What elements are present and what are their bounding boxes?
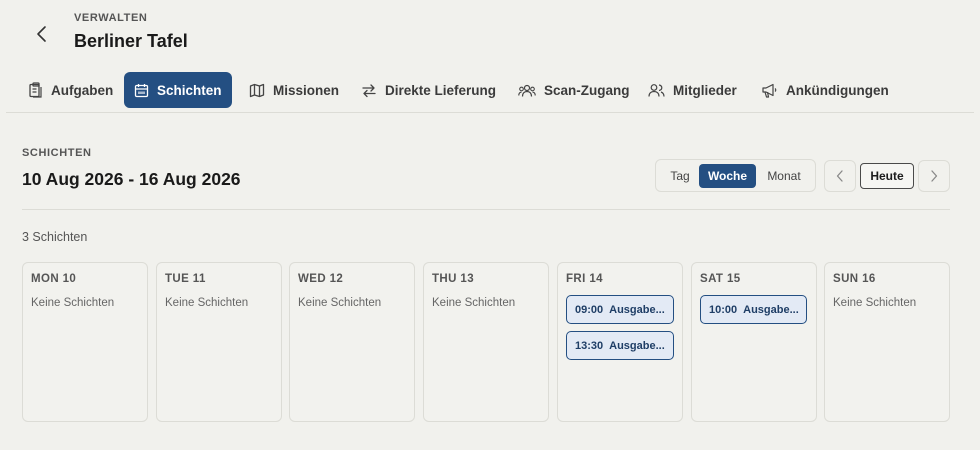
day-column-mon: MON 10 Keine Schichten xyxy=(22,262,148,422)
tab-aufgaben-label: Aufgaben xyxy=(51,82,114,98)
shift-time: 13:30 xyxy=(575,339,604,352)
tab-ankuendigungen[interactable]: Ankündigungen xyxy=(751,72,899,108)
view-option-tag[interactable]: Tag xyxy=(662,164,698,188)
tab-direkte-lieferung-label: Direkte Lieferung xyxy=(385,82,497,98)
shift-card[interactable]: 10:00 Ausgabe... xyxy=(700,295,807,324)
day-header: THU 13 xyxy=(432,273,475,285)
shift-title: Ausgabe... xyxy=(609,339,665,352)
chevron-left-icon xyxy=(37,26,46,42)
divider xyxy=(22,209,950,210)
chevron-left-icon xyxy=(836,170,843,182)
view-option-monat[interactable]: Monat xyxy=(760,164,808,188)
header-eyebrow: VERWALTEN xyxy=(74,12,148,24)
tab-ankuendigungen-label: Ankündigungen xyxy=(786,82,889,98)
users-icon xyxy=(648,83,665,97)
next-week-button[interactable] xyxy=(918,160,950,192)
tab-mitglieder-label: Mitglieder xyxy=(673,82,737,98)
shift-count: 3 Schichten xyxy=(22,230,88,244)
day-column-sun: SUN 16 Keine Schichten xyxy=(824,262,950,422)
shift-time: 10:00 xyxy=(709,303,738,316)
shift-card[interactable]: 13:30 Ausgabe... xyxy=(566,331,674,360)
day-header: SUN 16 xyxy=(833,273,876,285)
tab-scan-zugang[interactable]: Scan-Zugang xyxy=(508,72,640,108)
day-header: WED 12 xyxy=(298,273,344,285)
map-icon xyxy=(249,83,265,97)
day-column-fri: FRI 14 09:00 Ausgabe... 13:30 Ausgabe... xyxy=(557,262,683,422)
chevron-right-icon xyxy=(931,170,938,182)
calendar-icon xyxy=(134,83,149,97)
view-toggle: Tag Woche Monat xyxy=(655,159,816,192)
megaphone-icon xyxy=(762,83,777,98)
day-column-thu: THU 13 Keine Schichten xyxy=(423,262,549,422)
day-header: TUE 11 xyxy=(165,273,206,285)
section-eyebrow: SCHICHTEN xyxy=(22,147,92,159)
tab-missionen-label: Missionen xyxy=(273,82,340,98)
tab-schichten[interactable]: Schichten xyxy=(124,72,232,108)
arrows-exchange-icon xyxy=(362,83,376,97)
today-button[interactable]: Heute xyxy=(860,163,914,189)
page-title: Berliner Tafel xyxy=(74,31,188,51)
users-group-icon xyxy=(518,84,536,97)
view-option-woche[interactable]: Woche xyxy=(699,164,756,188)
clipboard-icon xyxy=(29,82,42,98)
no-shifts-text: Keine Schichten xyxy=(833,297,917,309)
shift-title: Ausgabe... xyxy=(743,303,799,316)
tab-direkte-lieferung[interactable]: Direkte Lieferung xyxy=(351,72,506,108)
previous-week-button[interactable] xyxy=(824,160,856,192)
no-shifts-text: Keine Schichten xyxy=(31,297,115,309)
page-header: VERWALTEN Berliner Tafel xyxy=(0,0,980,65)
tab-bar: Aufgaben Schichten Missionen Direkte Lie… xyxy=(6,68,974,113)
day-header: MON 10 xyxy=(31,273,77,285)
tab-scan-zugang-label: Scan-Zugang xyxy=(544,82,630,98)
day-header: SAT 15 xyxy=(700,273,741,285)
no-shifts-text: Keine Schichten xyxy=(432,297,516,309)
day-column-sat: SAT 15 10:00 Ausgabe... xyxy=(691,262,817,422)
date-range-title: 10 Aug 2026 - 16 Aug 2026 xyxy=(22,169,241,189)
tab-mitglieder[interactable]: Mitglieder xyxy=(638,72,747,108)
shift-time: 09:00 xyxy=(575,303,604,316)
shift-title: Ausgabe... xyxy=(609,303,665,316)
tab-schichten-label: Schichten xyxy=(157,82,222,98)
tab-missionen[interactable]: Missionen xyxy=(239,72,349,108)
no-shifts-text: Keine Schichten xyxy=(165,297,249,309)
back-button[interactable] xyxy=(28,20,56,48)
day-header: FRI 14 xyxy=(566,273,603,285)
tab-aufgaben[interactable]: Aufgaben xyxy=(18,72,123,108)
shift-card[interactable]: 09:00 Ausgabe... xyxy=(566,295,674,324)
day-column-wed: WED 12 Keine Schichten xyxy=(289,262,415,422)
no-shifts-text: Keine Schichten xyxy=(298,297,382,309)
day-column-tue: TUE 11 Keine Schichten xyxy=(156,262,282,422)
